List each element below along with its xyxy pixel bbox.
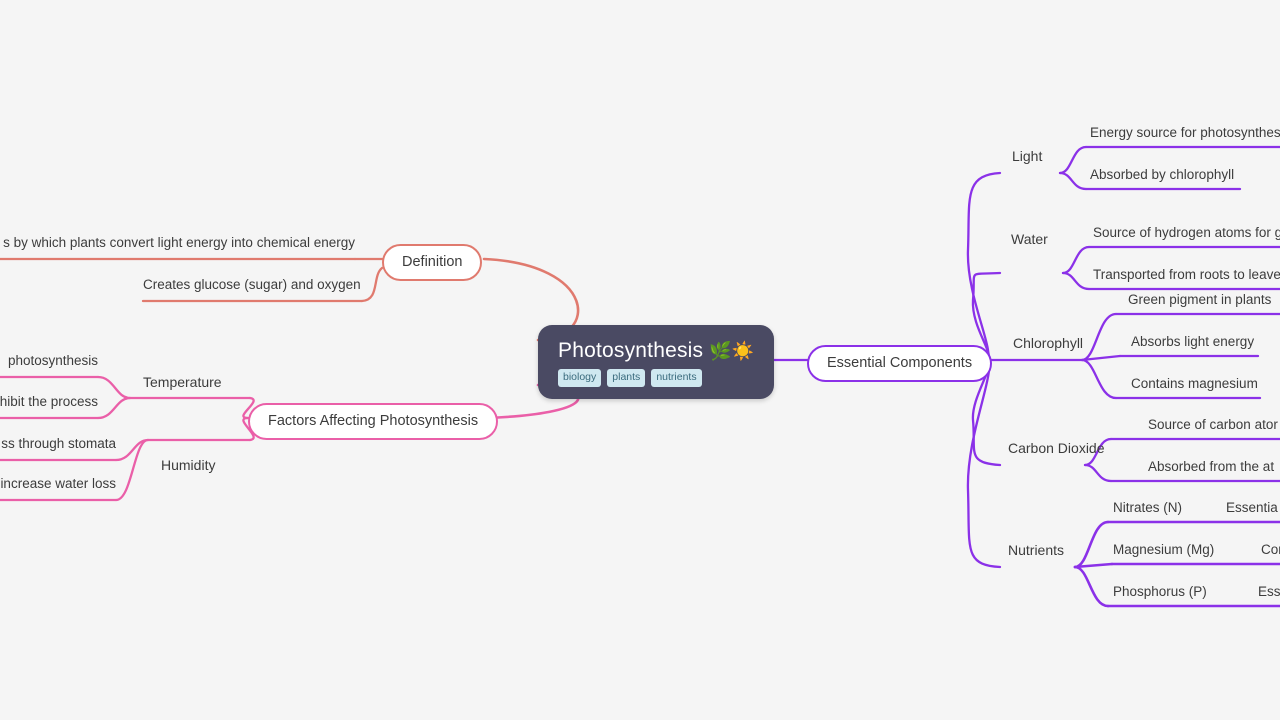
root-title-row: Photosynthesis 🌿☀️	[558, 339, 754, 362]
subnode-chlorophyll[interactable]: Chlorophyll	[1013, 336, 1083, 350]
leaf-nutrients-magnesium[interactable]: Magnesium (Mg)	[1113, 543, 1214, 564]
leaf-nitrates-detail[interactable]: Essentia	[1226, 501, 1278, 522]
leaf-light-1[interactable]: Energy source for photosynthes	[1090, 126, 1280, 147]
subnode-nutrients[interactable]: Nutrients	[1008, 543, 1064, 557]
leaf-phosphorus-detail[interactable]: Esse	[1258, 585, 1280, 606]
branch-essential-components[interactable]: Essential Components	[807, 345, 993, 382]
leaf-water-2[interactable]: Transported from roots to leave	[1093, 268, 1280, 289]
wire-temperature-leaf-1	[96, 375, 132, 400]
mindmap-canvas: Photosynthesis 🌿☀️ biology plants nutrie…	[0, 0, 1280, 720]
wire-chloro-leaf-1	[1080, 312, 1118, 362]
leaf-chlorophyll-3[interactable]: Contains magnesium	[1131, 377, 1258, 398]
subnode-temperature[interactable]: Temperature	[143, 375, 222, 389]
leaf-chlorophyll-1[interactable]: Green pigment in plants	[1128, 293, 1271, 314]
wire-light-leaf-2	[1058, 171, 1088, 191]
leaf-humidity-1[interactable]: ss through stomata	[1, 437, 116, 458]
leaf-nutrients-phosphorus[interactable]: Phosphorus (P)	[1113, 585, 1207, 606]
wire-chloro-leaf-2	[1080, 354, 1122, 362]
wire-humidity-leaf-2	[114, 438, 150, 502]
root-tag-list: biology plants nutrients	[558, 369, 754, 387]
leaf-humidity-2[interactable]: increase water loss	[0, 477, 116, 498]
leaf-magnesium-detail[interactable]: Cor	[1261, 543, 1280, 564]
subnode-carbon-dioxide[interactable]: Carbon Dioxide	[1008, 441, 1105, 455]
tag-nutrients[interactable]: nutrients	[651, 369, 702, 387]
wire-nutrients-leaf-1	[1073, 520, 1110, 569]
wire-water-leaf-1	[1061, 245, 1091, 275]
subnode-light[interactable]: Light	[1012, 149, 1042, 163]
wire-temperature-leaf-2	[96, 396, 132, 420]
wire-nutrients-leaf-2	[1073, 562, 1114, 569]
leaf-water-1[interactable]: Source of hydrogen atoms for g	[1093, 226, 1280, 247]
root-title: Photosynthesis	[558, 339, 704, 362]
subnode-humidity[interactable]: Humidity	[161, 458, 215, 472]
wire-nutrients-leaf-3	[1073, 565, 1110, 608]
leaf-chlorophyll-2[interactable]: Absorbs light energy	[1131, 335, 1254, 356]
wire-essential-nutrients	[966, 358, 1002, 569]
wire-essential-light	[966, 171, 1002, 362]
branch-definition[interactable]: Definition	[382, 244, 483, 281]
wire-light-leaf-1	[1058, 145, 1088, 175]
branch-factors[interactable]: Factors Affecting Photosynthesis	[248, 403, 499, 440]
leaf-temperature-1[interactable]: photosynthesis	[8, 354, 98, 375]
herb-leaf-sun-emoji: 🌿☀️	[709, 340, 755, 361]
wire-humidity-leaf-1	[114, 438, 150, 462]
wire-definition-leaf-2	[360, 266, 384, 303]
tag-plants[interactable]: plants	[607, 369, 646, 387]
wire-chloro-leaf-3	[1080, 358, 1118, 400]
leaf-definition-2[interactable]: Creates glucose (sugar) and oxygen	[143, 278, 361, 299]
leaf-light-2[interactable]: Absorbed by chlorophyll	[1090, 168, 1234, 189]
wire-co2-leaf-2	[1083, 463, 1113, 483]
tag-biology[interactable]: biology	[558, 369, 602, 387]
leaf-carbon-dioxide-2[interactable]: Absorbed from the at	[1148, 460, 1274, 481]
subnode-water[interactable]: Water	[1011, 232, 1048, 246]
wire-water-leaf-2	[1061, 271, 1091, 291]
root-node[interactable]: Photosynthesis 🌿☀️ biology plants nutrie…	[538, 325, 775, 399]
leaf-definition-1[interactable]: s by which plants convert light energy i…	[3, 236, 355, 257]
leaf-nutrients-nitrates[interactable]: Nitrates (N)	[1113, 501, 1182, 522]
leaf-temperature-2[interactable]: hibit the process	[0, 395, 98, 416]
leaf-carbon-dioxide-1[interactable]: Source of carbon ator	[1148, 418, 1278, 439]
